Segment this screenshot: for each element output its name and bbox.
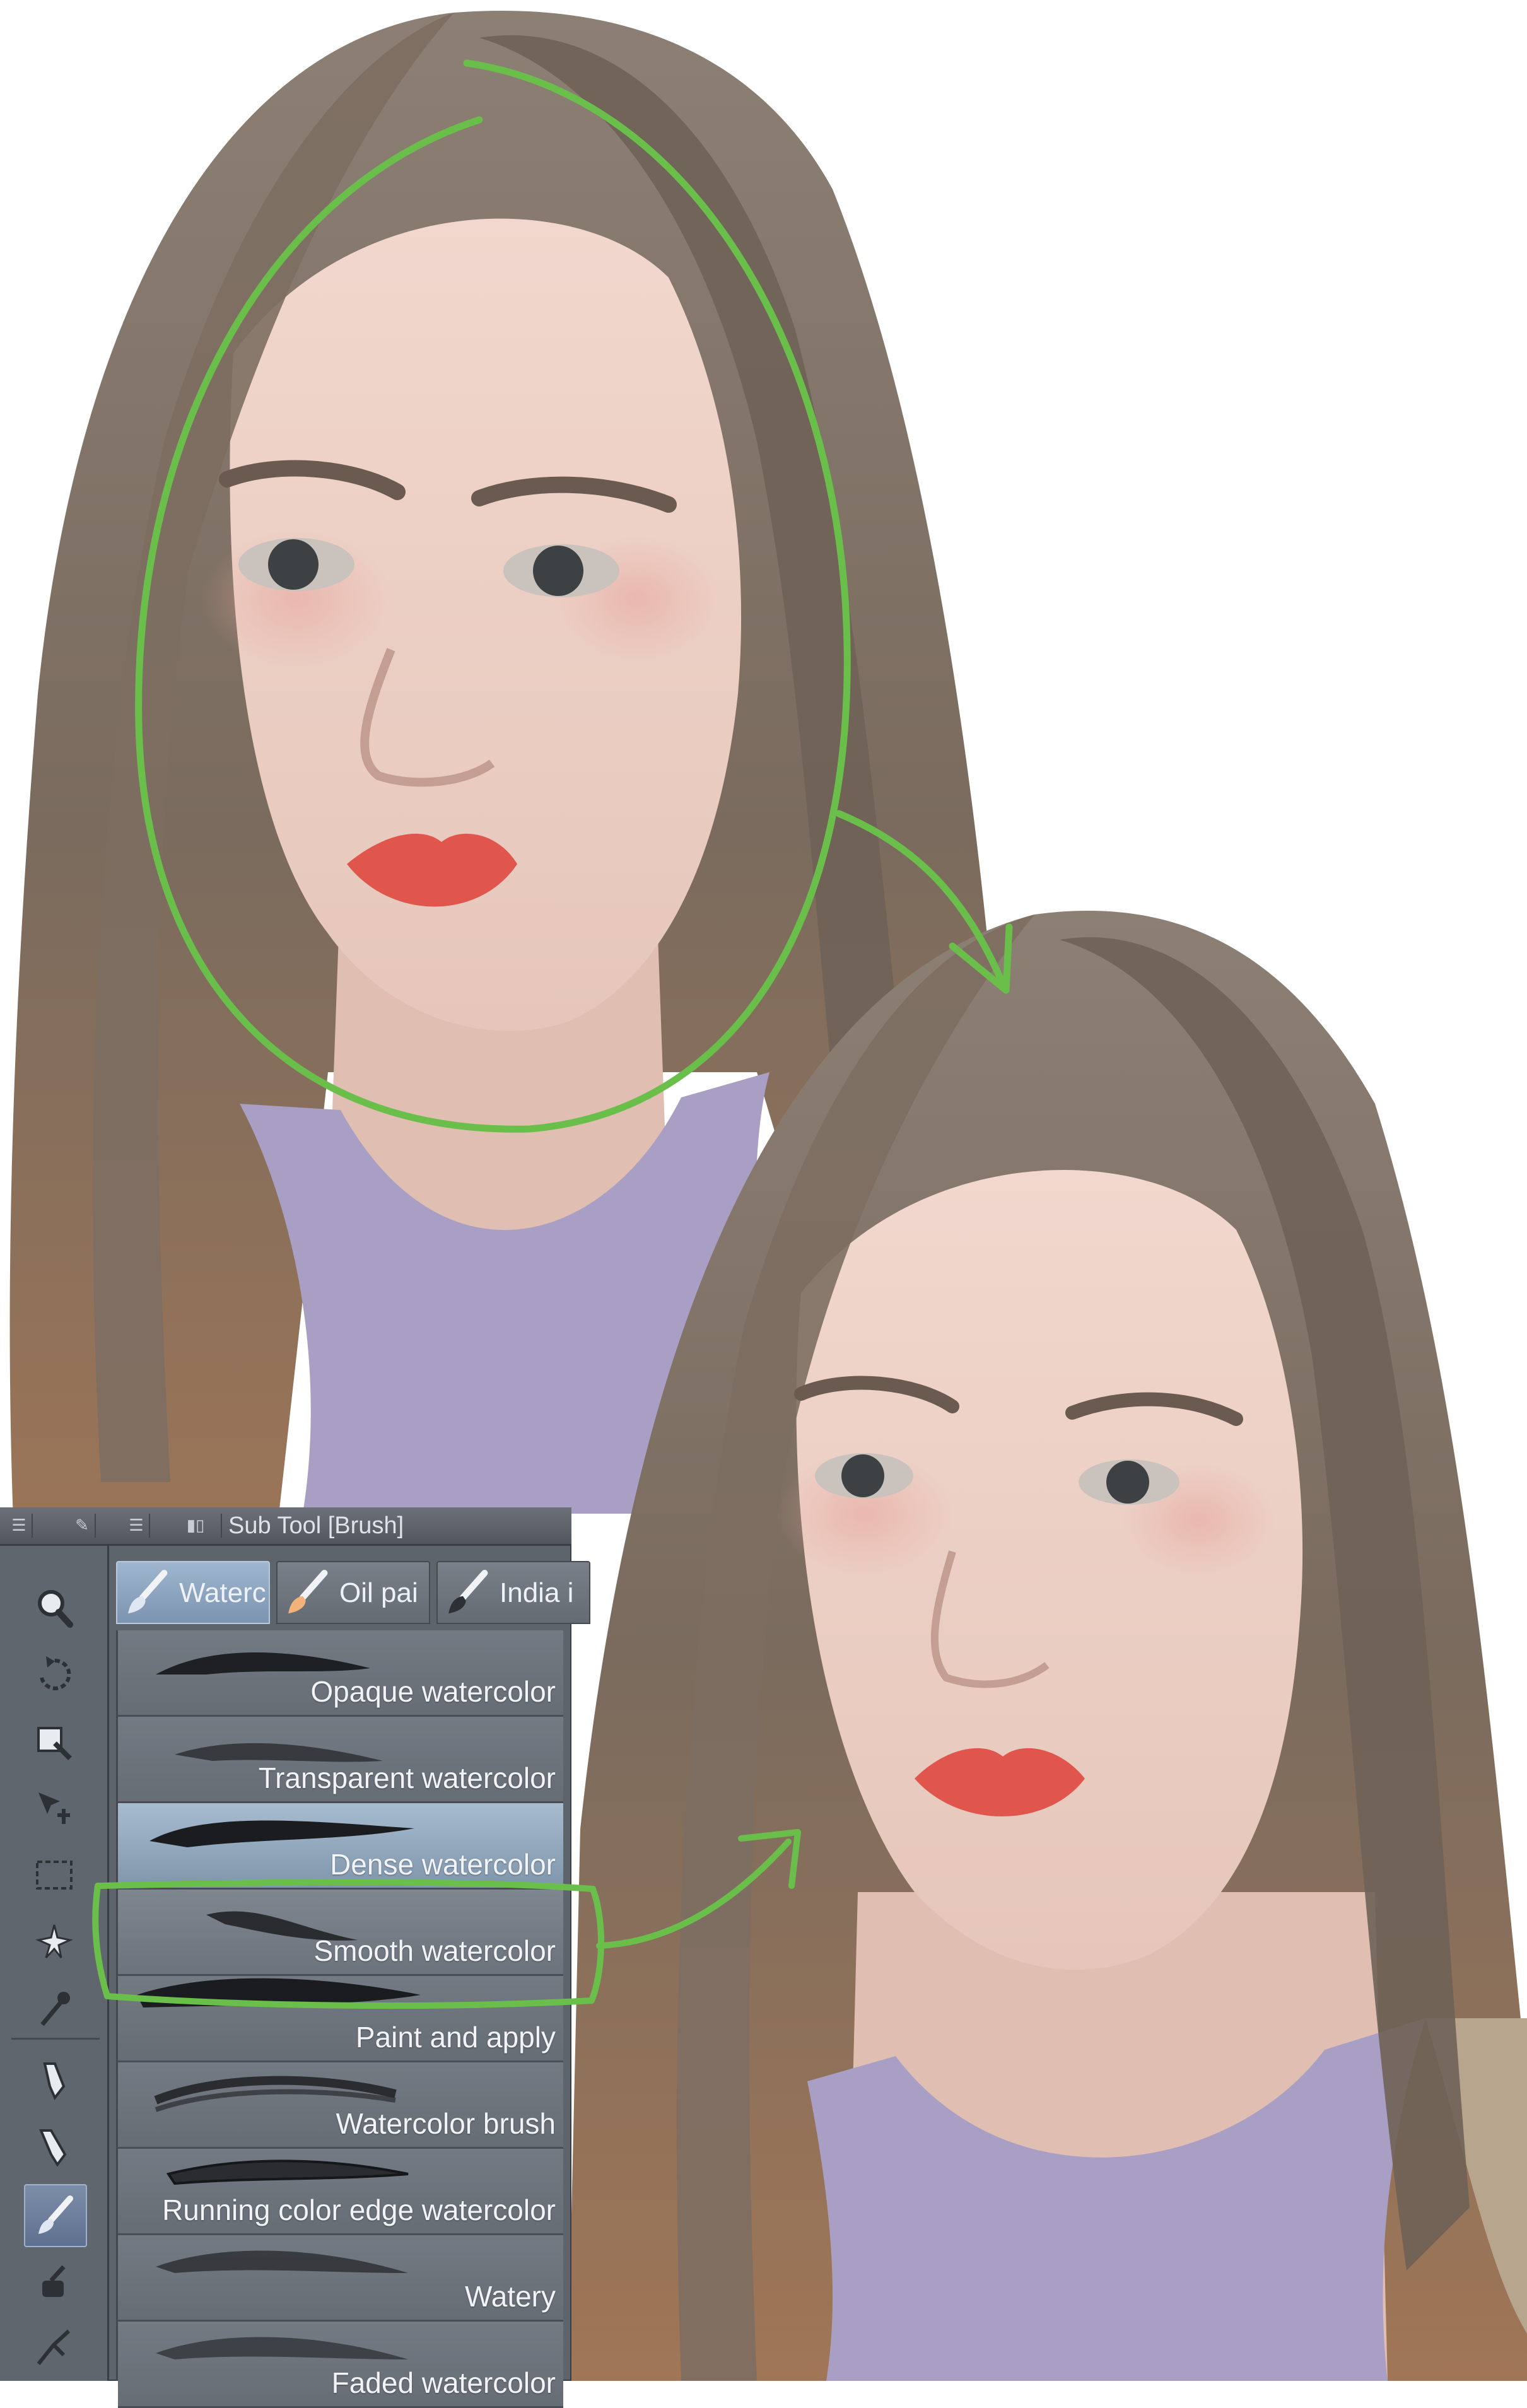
brush-list: Opaque watercolor Transparent watercolor… — [116, 1630, 563, 2408]
brush-item-smooth-watercolor[interactable]: Smooth watercolor — [118, 1890, 563, 1976]
rotate-tool[interactable] — [24, 1644, 85, 1705]
toolbar-divider — [11, 2038, 100, 2040]
rotate-icon — [40, 1656, 71, 1690]
tab-watercolor[interactable]: Waterc — [116, 1561, 270, 1624]
brush-item-paint-and-apply[interactable]: Paint and apply — [118, 1976, 563, 2062]
airbrush-icon — [42, 2265, 66, 2297]
oil-paint-brush-icon — [288, 1570, 328, 1614]
brush-name: Smooth watercolor — [313, 1934, 556, 1967]
move-layer-icon — [38, 1792, 70, 1824]
sub-tool-panel-icon[interactable]: ▮▯ — [170, 1514, 222, 1538]
brush-item-watery[interactable]: Watery — [118, 2235, 563, 2322]
pen-icon — [43, 2062, 66, 2100]
brush-name: Transparent watercolor — [258, 1762, 556, 1794]
brush-name: Watercolor brush — [336, 2107, 556, 2140]
operation-icon — [37, 1727, 72, 1760]
india-ink-brush-icon — [448, 1570, 488, 1614]
pencil-tool[interactable] — [24, 2117, 85, 2178]
brush-item-faded-watercolor[interactable]: Faded watercolor — [118, 2322, 563, 2408]
panel-title: Sub Tool [Brush] — [228, 1512, 404, 1539]
tab-label: Waterc — [179, 1577, 266, 1608]
brush-name: Dense watercolor — [330, 1848, 556, 1881]
selection-icon — [36, 1861, 73, 1890]
brush-name: Running color edge watercolor — [162, 2194, 556, 2226]
decoration-tool[interactable] — [24, 2318, 85, 2378]
brush-name: Paint and apply — [355, 2021, 556, 2054]
pencil-icon — [38, 2129, 67, 2167]
brush-item-running-color-edge-watercolor[interactable]: Running color edge watercolor — [118, 2149, 563, 2235]
tool-panel-icon[interactable]: ✎ — [69, 1514, 96, 1538]
zoom-icon — [38, 1590, 73, 1628]
tab-oil-paint[interactable]: Oil pai — [276, 1561, 430, 1624]
eyedropper-tool[interactable] — [24, 1978, 85, 2039]
zoom-tool[interactable] — [24, 1577, 85, 1638]
operation-tool[interactable] — [24, 1711, 85, 1772]
panel-menu-icon-2[interactable]: ☰ — [124, 1514, 150, 1538]
brush-item-watercolor-brush[interactable]: Watercolor brush — [118, 2062, 563, 2149]
watercolor-brush-icon — [128, 1570, 168, 1614]
brush-item-dense-watercolor[interactable]: Dense watercolor — [118, 1803, 563, 1890]
move-layer-tool[interactable] — [24, 1778, 85, 1838]
pen-tool[interactable] — [24, 2050, 85, 2111]
panel-menu-icon[interactable]: ☰ — [6, 1514, 33, 1538]
auto-select-icon — [35, 1924, 73, 1959]
brush-tool[interactable] — [24, 2184, 87, 2247]
brush-icon — [38, 2195, 73, 2234]
brush-name: Opaque watercolor — [310, 1675, 556, 1708]
airbrush-tool[interactable] — [24, 2251, 85, 2312]
tool-palette — [0, 1546, 109, 2381]
brush-item-transparent-watercolor[interactable]: Transparent watercolor — [118, 1717, 563, 1803]
tab-label: Oil pai — [339, 1577, 418, 1608]
panel-header: ☰ ✎ ☰ ▮▯ Sub Tool [Brush] — [0, 1507, 571, 1546]
selection-tool[interactable] — [24, 1845, 85, 1905]
brush-name: Watery — [465, 2280, 556, 2313]
tab-label: India i — [500, 1577, 574, 1608]
brush-name: Faded watercolor — [331, 2366, 556, 2399]
auto-select-tool[interactable] — [24, 1912, 85, 1972]
eyedropper-icon — [40, 1992, 70, 2026]
decoration-icon — [37, 2329, 71, 2365]
brush-item-opaque-watercolor[interactable]: Opaque watercolor — [118, 1630, 563, 1717]
tab-india-ink[interactable]: India i — [436, 1561, 590, 1624]
